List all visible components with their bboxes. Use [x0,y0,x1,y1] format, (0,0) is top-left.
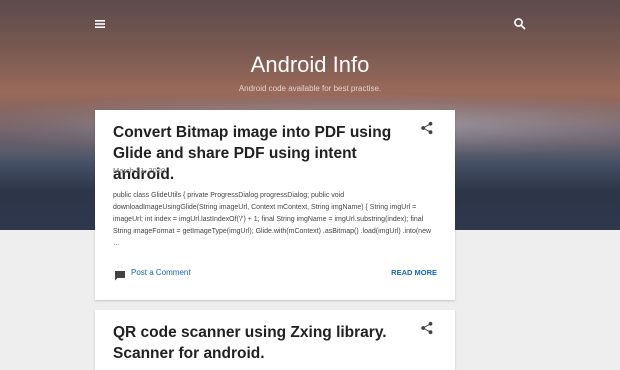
blog-description: Android code available for best practise… [238,84,382,93]
share-icon[interactable] [420,321,434,335]
post-card: QR code scanner using Zxing library. Sca… [95,310,455,370]
post-title[interactable]: Convert Bitmap image into PDF using Glid… [113,122,413,185]
post-date: March 21, 2020 [113,166,166,175]
post-snippet: public class GlideUtils { private Progre… [113,192,432,247]
post-card: Convert Bitmap image into PDF using Glid… [95,110,455,300]
share-icon[interactable] [420,121,434,135]
read-more-link[interactable]: READ MORE [391,268,437,277]
post-title[interactable]: QR code scanner using Zxing library. Sca… [113,322,413,364]
blog-title[interactable]: Android Info [0,52,620,78]
comment-icon[interactable] [114,268,126,281]
post-comment-link[interactable]: Post a Comment [131,268,191,277]
menu-icon[interactable] [90,14,110,34]
search-icon[interactable] [510,14,530,34]
